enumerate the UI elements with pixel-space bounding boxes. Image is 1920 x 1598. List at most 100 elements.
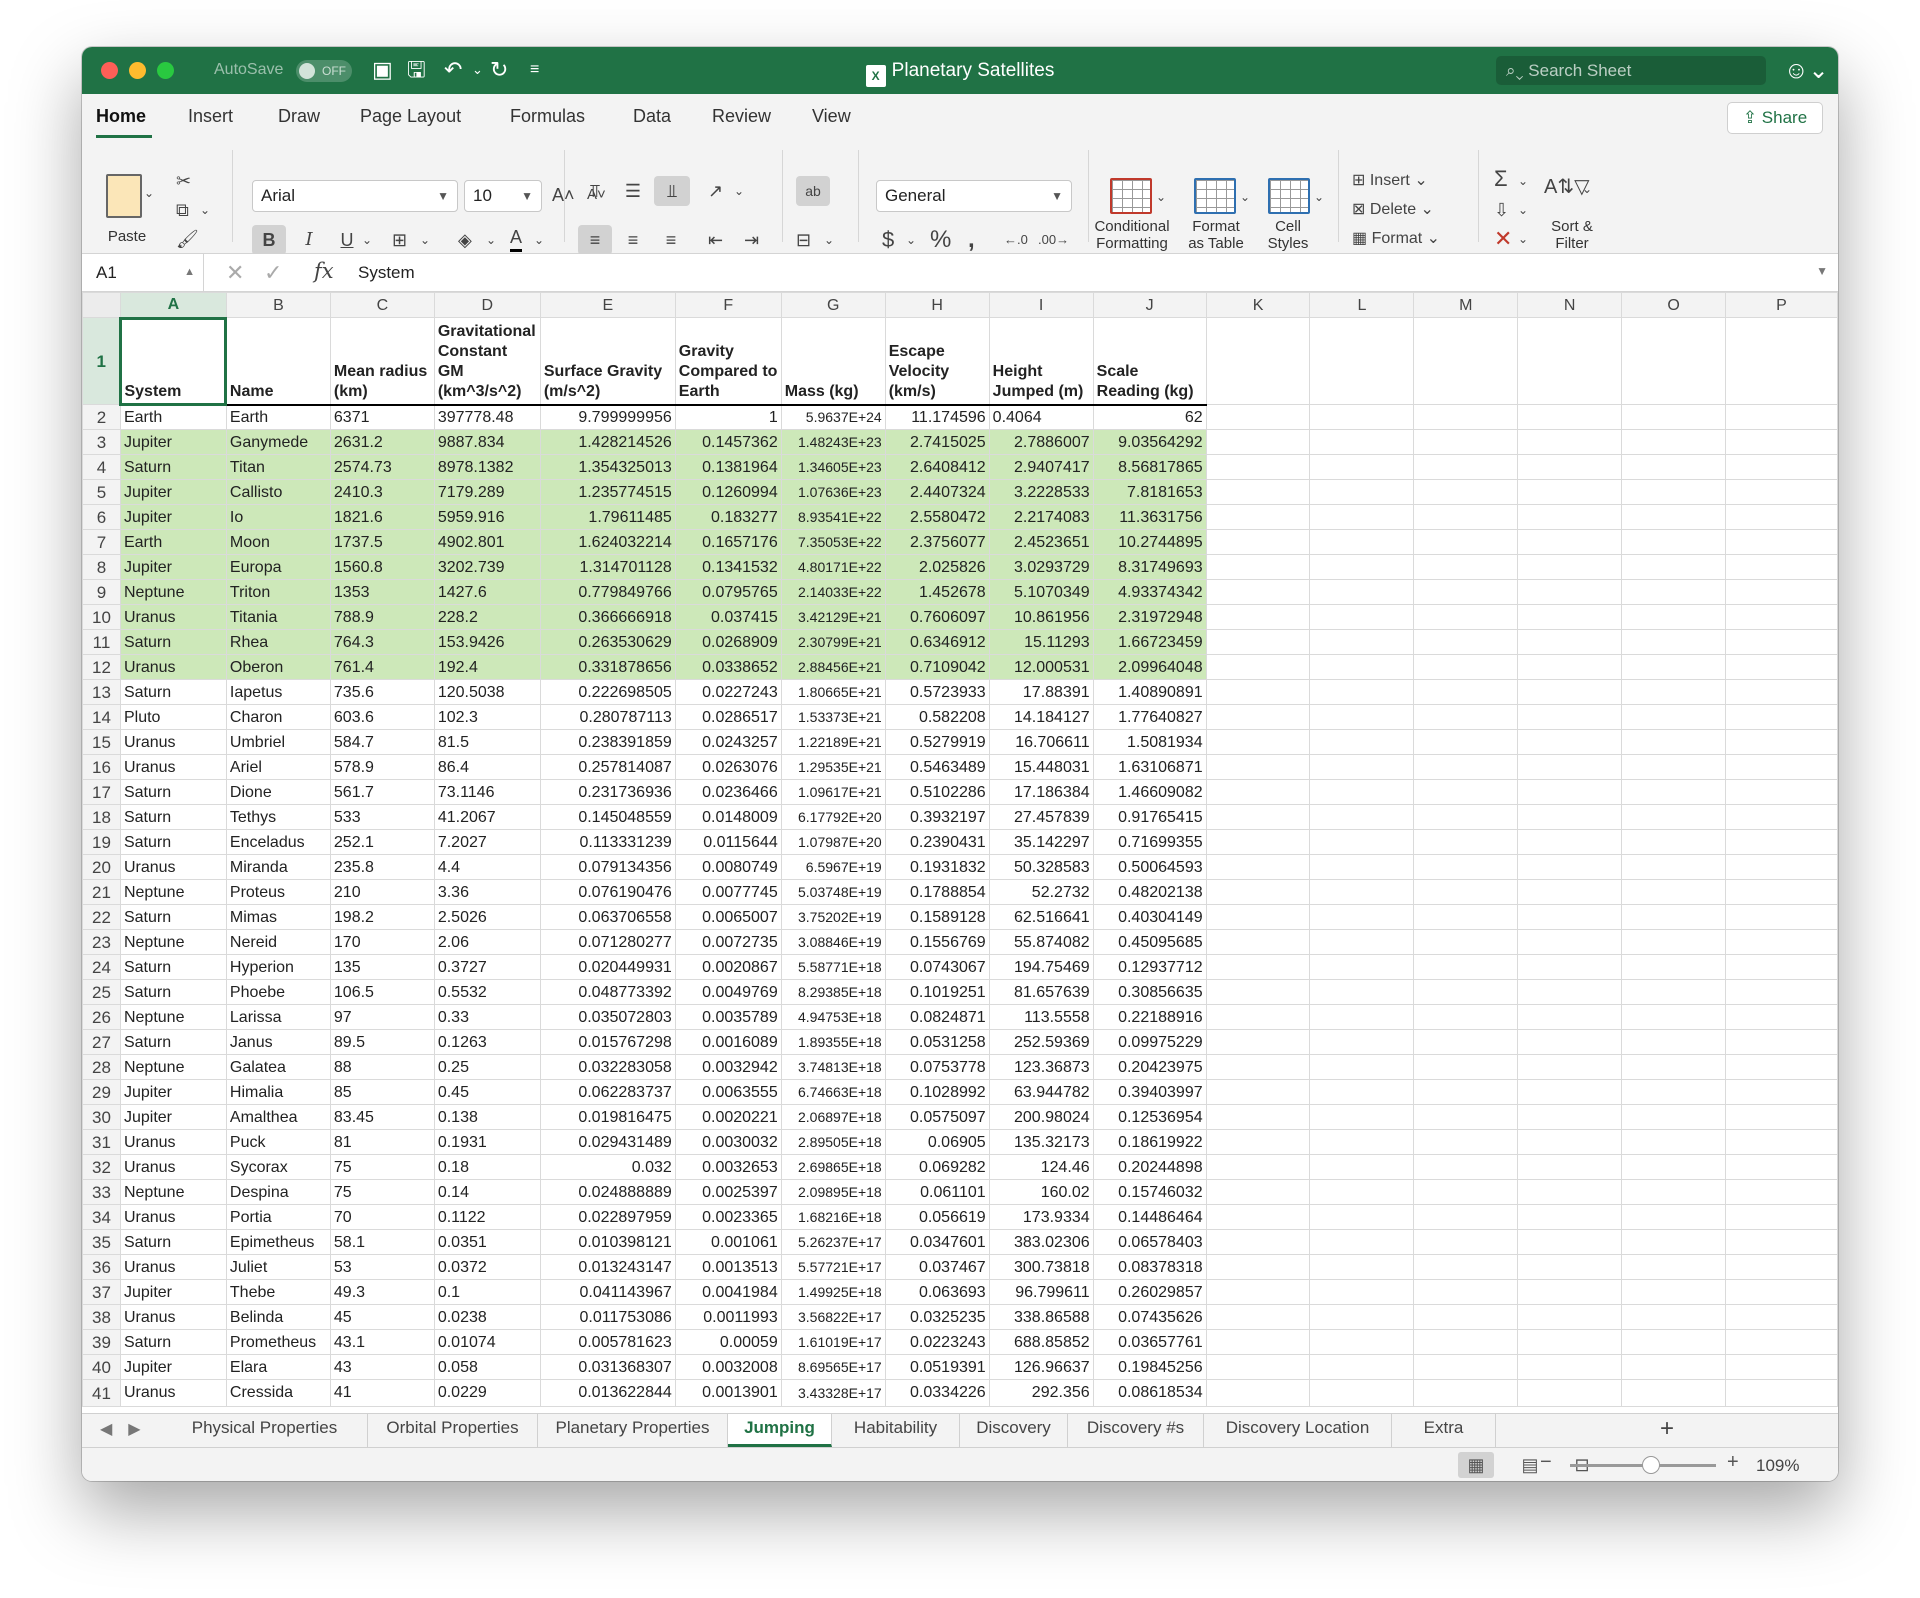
data-cell[interactable]: 41.2067	[433, 804, 541, 830]
data-cell[interactable]: 1.80665E+21	[780, 679, 886, 705]
empty-cell[interactable]	[1413, 1329, 1519, 1355]
data-cell[interactable]: Neptune	[119, 879, 227, 905]
data-cell[interactable]: Uranus	[119, 729, 227, 755]
data-cell[interactable]: 0.1657176	[674, 529, 782, 555]
data-cell[interactable]: Hyperion	[225, 954, 331, 980]
data-cell[interactable]: 2574.73	[329, 454, 435, 480]
data-cell[interactable]: 2.025826	[884, 554, 990, 580]
sheet-tab[interactable]: Habitability	[832, 1414, 960, 1447]
empty-cell[interactable]	[1413, 579, 1519, 605]
empty-cell[interactable]	[1517, 1379, 1623, 1407]
data-cell[interactable]: Uranus	[119, 1304, 227, 1330]
data-cell[interactable]: Uranus	[119, 1154, 227, 1180]
empty-cell[interactable]	[1621, 429, 1726, 455]
cell-styles-icon[interactable]	[1268, 178, 1310, 214]
row-header[interactable]: 2	[82, 404, 121, 430]
row-header[interactable]: 9	[82, 579, 121, 605]
empty-cell[interactable]	[1724, 554, 1838, 580]
data-cell[interactable]: 0.08378318	[1092, 1254, 1207, 1280]
data-cell[interactable]: 0.0268909	[674, 629, 782, 655]
empty-cell[interactable]	[1724, 629, 1838, 655]
empty-cell[interactable]	[1309, 729, 1415, 755]
data-cell[interactable]: 135.32173	[988, 1129, 1094, 1155]
empty-cell[interactable]	[1413, 704, 1519, 730]
empty-cell[interactable]	[1309, 1204, 1415, 1230]
data-cell[interactable]: 1.89355E+18	[780, 1029, 886, 1055]
empty-cell[interactable]	[1621, 604, 1726, 630]
data-cell[interactable]: Earth	[119, 529, 227, 555]
empty-cell[interactable]	[1724, 1279, 1838, 1305]
empty-cell[interactable]	[1621, 654, 1726, 680]
data-cell[interactable]: 0.0041984	[674, 1279, 782, 1305]
empty-cell[interactable]	[1309, 1029, 1415, 1055]
empty-cell[interactable]	[1621, 629, 1726, 655]
data-cell[interactable]: 0.1457362	[674, 429, 782, 455]
empty-cell[interactable]	[1724, 529, 1838, 555]
borders-dropdown-icon[interactable]: ⌄	[420, 225, 430, 255]
data-cell[interactable]: Nereid	[225, 929, 331, 955]
data-cell[interactable]: 0.06578403	[1092, 1229, 1207, 1255]
empty-cell[interactable]	[1205, 429, 1311, 455]
empty-cell[interactable]	[1205, 904, 1311, 930]
empty-cell[interactable]	[1724, 704, 1838, 730]
empty-cell[interactable]	[1621, 479, 1726, 505]
data-cell[interactable]: 1.40890891	[1092, 679, 1207, 705]
empty-cell[interactable]	[1205, 629, 1311, 655]
font-size-select[interactable]: 10 ▼	[464, 180, 542, 212]
data-cell[interactable]: 2.4407324	[884, 479, 990, 505]
data-cell[interactable]: 2.5580472	[884, 504, 990, 530]
data-cell[interactable]: 1.428214526	[539, 429, 676, 455]
data-cell[interactable]: Io	[225, 504, 331, 530]
row-header[interactable]: 28	[82, 1054, 121, 1080]
select-all-corner[interactable]	[82, 292, 121, 318]
cancel-entry-icon[interactable]: ✕	[226, 260, 244, 286]
empty-cell[interactable]	[1621, 954, 1726, 980]
data-cell[interactable]: 7.8181653	[1092, 479, 1207, 505]
row-header[interactable]: 21	[82, 879, 121, 905]
data-cell[interactable]: Callisto	[225, 479, 331, 505]
data-cell[interactable]: Saturn	[119, 829, 227, 855]
currency-dropdown-icon[interactable]: ⌄	[906, 225, 916, 255]
data-cell[interactable]: 210	[329, 879, 435, 905]
align-middle-icon[interactable]: ☰	[616, 176, 650, 206]
empty-cell[interactable]	[1621, 1279, 1726, 1305]
empty-cell[interactable]	[1621, 1229, 1726, 1255]
insert-cells-button[interactable]: ⊞ Insert ⌄	[1352, 166, 1472, 196]
empty-cell[interactable]	[1517, 1054, 1623, 1080]
data-cell[interactable]: 0.0032653	[674, 1154, 782, 1180]
row-header[interactable]: 37	[82, 1279, 121, 1305]
copy-icon[interactable]: ⧉	[176, 195, 189, 225]
data-cell[interactable]: 17.186384	[988, 779, 1094, 805]
data-cell[interactable]: 0.063693	[884, 1279, 990, 1305]
data-cell[interactable]: 0.001061	[674, 1229, 782, 1255]
data-cell[interactable]: 0.20244898	[1092, 1154, 1207, 1180]
empty-cell[interactable]	[1205, 1054, 1311, 1080]
data-cell[interactable]: 4.93374342	[1092, 579, 1207, 605]
data-cell[interactable]: 0.231736936	[539, 779, 676, 805]
column-title-cell[interactable]: Name	[225, 317, 331, 406]
empty-cell[interactable]	[1517, 1104, 1623, 1130]
empty-cell[interactable]	[1309, 1054, 1415, 1080]
data-cell[interactable]: 0.0016089	[674, 1029, 782, 1055]
data-cell[interactable]: 1.29535E+21	[780, 754, 886, 780]
empty-cell[interactable]	[1205, 1004, 1311, 1030]
data-cell[interactable]: Pluto	[119, 704, 227, 730]
row-header[interactable]: 27	[82, 1029, 121, 1055]
data-cell[interactable]: Jupiter	[119, 479, 227, 505]
data-cell[interactable]: 3.43328E+17	[780, 1379, 886, 1407]
data-cell[interactable]: Uranus	[119, 1129, 227, 1155]
data-cell[interactable]: 0.331878656	[539, 654, 676, 680]
data-cell[interactable]: 2.7415025	[884, 429, 990, 455]
data-cell[interactable]: 3202.739	[433, 554, 541, 580]
data-cell[interactable]: 0.0519391	[884, 1354, 990, 1380]
data-cell[interactable]: Neptune	[119, 579, 227, 605]
data-cell[interactable]: Cressida	[225, 1379, 331, 1407]
row-header[interactable]: 30	[82, 1104, 121, 1130]
empty-cell[interactable]	[1621, 1129, 1726, 1155]
conditional-formatting-dropdown-icon[interactable]: ⌄	[1156, 182, 1166, 212]
empty-cell[interactable]	[1621, 1179, 1726, 1205]
data-cell[interactable]: 9887.834	[433, 429, 541, 455]
empty-cell[interactable]	[1724, 729, 1838, 755]
empty-cell[interactable]	[1621, 404, 1726, 430]
row-header[interactable]: 32	[82, 1154, 121, 1180]
